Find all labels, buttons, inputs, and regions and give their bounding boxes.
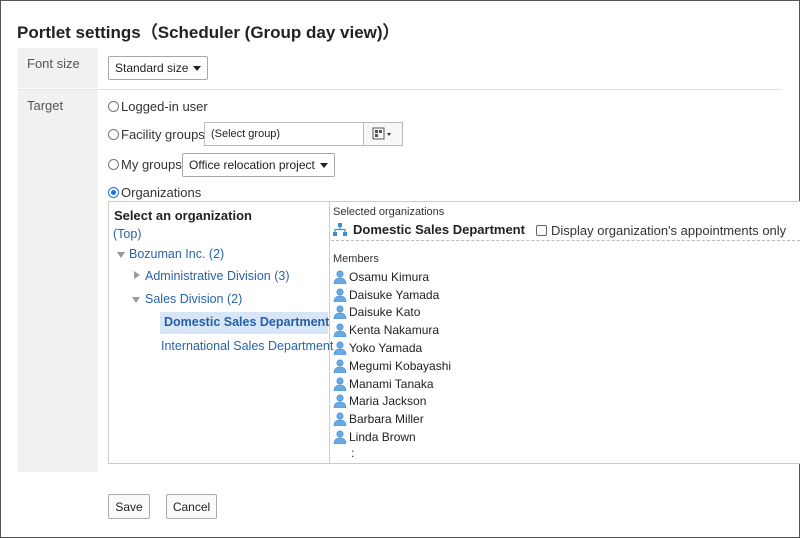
member-name[interactable]: Daisuke Kato bbox=[349, 305, 420, 319]
radio-icon[interactable] bbox=[108, 159, 119, 170]
members-list: Osamu Kimura Daisuke Yamada Daisuke Kato Ke… bbox=[333, 268, 451, 446]
radio-label: My groups bbox=[121, 157, 182, 172]
user-icon bbox=[333, 341, 347, 356]
page-title: Portlet settings（Scheduler (Group day vi… bbox=[17, 23, 400, 42]
organization-panel: Select an organization (Top) Bozuman Inc… bbox=[108, 201, 800, 464]
facility-group-field[interactable]: (Select group) bbox=[204, 122, 364, 146]
my-groups-select[interactable]: Office relocation project bbox=[182, 153, 335, 177]
member-item: Barbara Miller bbox=[333, 410, 451, 428]
member-item: Maria Jackson bbox=[333, 393, 451, 411]
user-icon bbox=[333, 359, 347, 373]
member-item: Megumi Kobayashi bbox=[333, 357, 451, 375]
organization-icon bbox=[333, 222, 347, 236]
selection-pane: Selected organizations Domestic Sales De… bbox=[331, 202, 800, 463]
radio-facility-groups[interactable]: Facility groups bbox=[108, 127, 205, 142]
tree-node-bozuman[interactable]: Bozuman Inc. (2) bbox=[129, 247, 224, 261]
facility-icon bbox=[372, 127, 391, 140]
radio-label: Organizations bbox=[121, 185, 202, 200]
member-name[interactable]: Kenta Nakamura bbox=[349, 323, 439, 337]
member-item: Yoko Yamada bbox=[333, 339, 451, 357]
member-item: Linda Brown bbox=[333, 428, 451, 446]
more-indicator: : bbox=[351, 446, 355, 460]
chevron-down-icon bbox=[319, 162, 328, 168]
display-org-only-checkbox[interactable]: Display organization's appointments only bbox=[536, 223, 786, 238]
member-name[interactable]: Manami Tanaka bbox=[349, 377, 434, 391]
user-icon bbox=[333, 377, 347, 391]
tree-heading: Select an organization bbox=[114, 208, 252, 223]
row-divider bbox=[18, 89, 782, 90]
tree-top-link[interactable]: (Top) bbox=[113, 227, 141, 241]
member-name[interactable]: Osamu Kimura bbox=[349, 270, 429, 284]
member-item: Daisuke Yamada bbox=[333, 286, 451, 304]
member-name[interactable]: Megumi Kobayashi bbox=[349, 359, 451, 373]
member-item: Manami Tanaka bbox=[333, 375, 451, 393]
facility-picker-button[interactable] bbox=[363, 122, 403, 146]
radio-icon[interactable] bbox=[108, 187, 119, 198]
user-icon bbox=[333, 288, 347, 302]
member-name[interactable]: Barbara Miller bbox=[349, 412, 424, 426]
selected-org-name: Domestic Sales Department bbox=[353, 222, 525, 237]
member-name[interactable]: Linda Brown bbox=[349, 430, 416, 444]
font-size-label: Font size bbox=[18, 48, 98, 88]
radio-organizations[interactable]: Organizations bbox=[108, 185, 201, 200]
user-icon bbox=[333, 270, 347, 284]
my-groups-value: Office relocation project bbox=[189, 158, 315, 172]
members-label: Members bbox=[333, 253, 379, 265]
checkbox-icon[interactable] bbox=[536, 225, 547, 236]
expand-icon[interactable] bbox=[132, 297, 140, 303]
tree-node-international-sales[interactable]: International Sales Department bbox=[161, 339, 333, 353]
chevron-down-icon bbox=[193, 65, 202, 71]
radio-my-groups[interactable]: My groups bbox=[108, 157, 182, 172]
user-icon bbox=[333, 430, 347, 445]
selected-orgs-label: Selected organizations bbox=[333, 206, 445, 218]
save-button[interactable]: Save bbox=[108, 494, 150, 519]
user-icon bbox=[333, 412, 347, 427]
organization-tree: Select an organization (Top) Bozuman Inc… bbox=[109, 202, 333, 463]
expand-icon[interactable] bbox=[117, 252, 125, 258]
user-icon bbox=[333, 323, 347, 338]
tree-node-domestic-sales[interactable]: Domestic Sales Department bbox=[160, 312, 329, 334]
font-size-select[interactable]: Standard size bbox=[108, 56, 209, 80]
member-name[interactable]: Daisuke Yamada bbox=[349, 288, 439, 302]
dashed-divider bbox=[331, 240, 800, 241]
radio-icon[interactable] bbox=[108, 129, 119, 140]
member-item: Osamu Kimura bbox=[333, 268, 451, 286]
user-icon bbox=[333, 394, 347, 409]
tree-node-administrative[interactable]: Administrative Division (3) bbox=[145, 269, 289, 283]
font-size-value: Standard size bbox=[115, 61, 189, 75]
collapsed-icon[interactable] bbox=[134, 271, 140, 279]
member-name[interactable]: Yoko Yamada bbox=[349, 341, 422, 355]
checkbox-label: Display organization's appointments only bbox=[551, 223, 787, 238]
selected-org: Domestic Sales Department bbox=[333, 222, 525, 237]
tree-node-sales[interactable]: Sales Division (2) bbox=[145, 292, 242, 306]
target-label: Target bbox=[18, 90, 98, 472]
user-icon bbox=[333, 305, 347, 320]
cancel-button[interactable]: Cancel bbox=[166, 494, 217, 519]
member-item: Daisuke Kato bbox=[333, 304, 451, 322]
radio-logged-in-user[interactable]: Logged-in user bbox=[108, 99, 208, 114]
member-item: Kenta Nakamura bbox=[333, 321, 451, 339]
radio-icon[interactable] bbox=[108, 101, 119, 112]
radio-label: Facility groups bbox=[121, 127, 205, 142]
radio-label: Logged-in user bbox=[121, 99, 208, 114]
member-name[interactable]: Maria Jackson bbox=[349, 394, 426, 408]
